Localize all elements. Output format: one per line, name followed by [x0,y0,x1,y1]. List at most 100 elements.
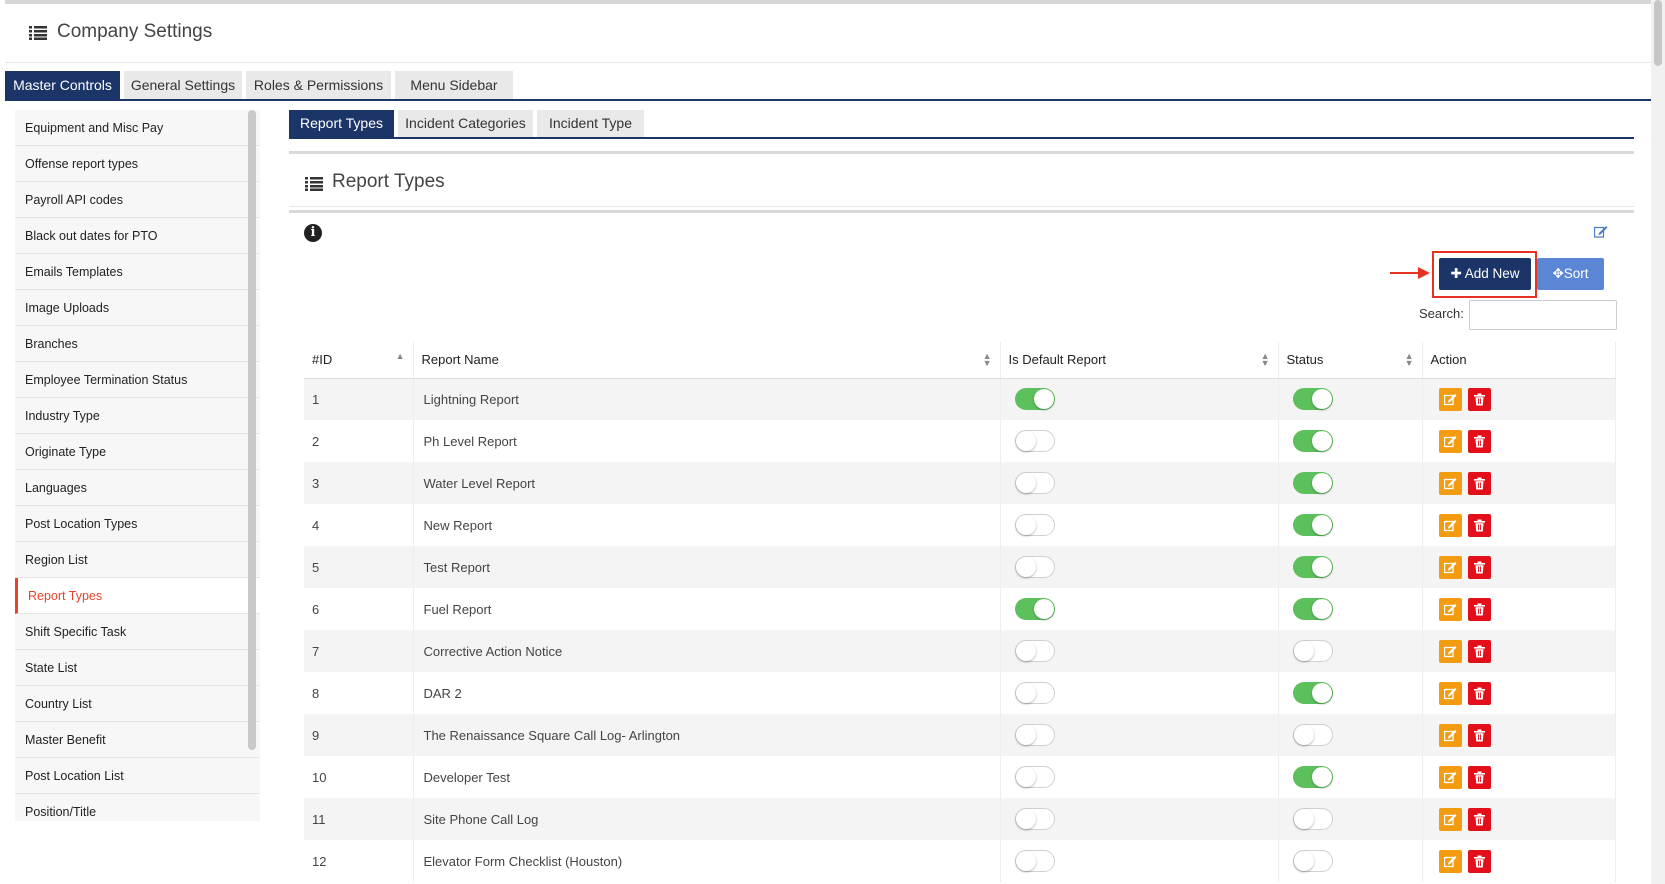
sidebar-item-email-templates[interactable]: Emails Templates [15,254,260,290]
sidebar-item-post-location-list[interactable]: Post Location List [15,758,260,794]
cell-is-default [1000,588,1279,630]
cell-status [1278,672,1423,714]
sidebar-item-master-benefit[interactable]: Master Benefit [15,722,260,758]
toggle-knob [1015,515,1036,535]
toggle-knob [1015,767,1036,787]
edit-icon[interactable] [1593,225,1608,243]
delete-row-button[interactable] [1467,723,1491,747]
sidebar-item-report-types[interactable]: Report Types [15,578,260,614]
cell-id: 12 [304,840,414,882]
sidebar-item-payroll-api-codes[interactable]: Payroll API codes [15,182,260,218]
sidebar-item-industry-type[interactable]: Industry Type [15,398,260,434]
status-toggle[interactable] [1292,724,1333,746]
delete-row-button[interactable] [1467,429,1491,453]
cell-is-default [1000,714,1279,756]
tab-roles-permissions[interactable]: Roles & Permissions [246,71,391,99]
add-new-button[interactable]: ✚ Add New [1439,258,1531,290]
sidebar-item-offense-report-types[interactable]: Offense report types [15,146,260,182]
delete-row-button[interactable] [1467,597,1491,621]
edit-row-button[interactable] [1438,471,1462,495]
edit-row-button[interactable] [1438,807,1462,831]
sidebar-item-shift-specific-task[interactable]: Shift Specific Task [15,614,260,650]
plus-icon: ✚ [1450,266,1465,281]
edit-row-button[interactable] [1438,429,1462,453]
status-toggle[interactable] [1292,514,1333,536]
tab-report-types[interactable]: Report Types [289,110,394,137]
sidebar-item-image-uploads[interactable]: Image Uploads [15,290,260,326]
report-types-table: #ID ▲ Report Name ▲ ▼ Is Default Report ▲ ▼ S… [304,342,1616,882]
is-default-toggle[interactable] [1014,514,1055,536]
cell-id: 1 [304,378,414,420]
status-toggle[interactable] [1292,430,1333,452]
sidebar-item-equipment-misc-pay[interactable]: Equipment and Misc Pay [15,110,260,146]
status-toggle[interactable] [1292,598,1333,620]
sidebar-item-blackout-dates[interactable]: Black out dates for PTO [15,218,260,254]
cell-report-name: The Renaissance Square Call Log- Arlingt… [413,714,1001,756]
is-default-toggle[interactable] [1014,808,1055,830]
is-default-toggle[interactable] [1014,766,1055,788]
page-scrollbar[interactable] [1651,0,1665,884]
is-default-toggle[interactable] [1014,598,1055,620]
sort-button[interactable]: ✥Sort [1537,258,1604,290]
delete-row-button[interactable] [1467,681,1491,705]
page-scrollbar-thumb[interactable] [1654,0,1662,66]
sidebar-item-state-list[interactable]: State List [15,650,260,686]
sidebar-item-country-list[interactable]: Country List [15,686,260,722]
sidebar-item-post-location-types[interactable]: Post Location Types [15,506,260,542]
tab-incident-type[interactable]: Incident Type [537,110,644,137]
column-header-report-name[interactable]: Report Name ▲ ▼ [413,342,1001,379]
is-default-toggle[interactable] [1014,430,1055,452]
is-default-toggle[interactable] [1014,724,1055,746]
is-default-toggle[interactable] [1014,682,1055,704]
tab-master-controls[interactable]: Master Controls [5,71,120,99]
status-toggle[interactable] [1292,472,1333,494]
status-toggle[interactable] [1292,640,1333,662]
delete-row-button[interactable] [1467,849,1491,873]
is-default-toggle[interactable] [1014,850,1055,872]
status-toggle[interactable] [1292,766,1333,788]
is-default-toggle[interactable] [1014,388,1055,411]
delete-row-button[interactable] [1467,639,1491,663]
tab-general-settings[interactable]: General Settings [124,71,242,99]
sidebar-item-branches[interactable]: Branches [15,326,260,362]
sidebar-item-languages[interactable]: Languages [15,470,260,506]
sidebar-item-employee-termination-status[interactable]: Employee Termination Status [15,362,260,398]
is-default-toggle[interactable] [1014,556,1055,578]
edit-row-button[interactable] [1438,513,1462,537]
delete-row-button[interactable] [1467,471,1491,495]
cell-report-name: Developer Test [413,756,1001,798]
edit-row-button[interactable] [1438,765,1462,789]
edit-row-button[interactable] [1438,849,1462,873]
sidebar-item-region-list[interactable]: Region List [15,542,260,578]
status-toggle[interactable] [1292,388,1333,411]
tab-incident-categories[interactable]: Incident Categories [398,110,533,137]
is-default-toggle[interactable] [1014,640,1055,662]
tab-menu-sidebar[interactable]: Menu Sidebar [395,71,513,99]
delete-row-button[interactable] [1467,387,1491,411]
sidebar-item-position-title[interactable]: Position/Title [15,794,260,821]
column-header-status[interactable]: Status ▲ ▼ [1278,342,1423,379]
delete-row-button[interactable] [1467,555,1491,579]
column-header-id[interactable]: #ID ▲ [304,342,414,379]
search-input[interactable] [1469,300,1617,330]
status-toggle[interactable] [1292,850,1333,872]
status-toggle[interactable] [1292,556,1333,578]
status-toggle[interactable] [1292,682,1333,704]
edit-row-button[interactable] [1438,723,1462,747]
delete-row-button[interactable] [1467,513,1491,537]
edit-row-button[interactable] [1438,681,1462,705]
edit-row-button[interactable] [1438,639,1462,663]
edit-row-button[interactable] [1438,597,1462,621]
page-header: Company Settings [5,4,1651,63]
edit-row-button[interactable] [1438,387,1462,411]
delete-row-button[interactable] [1467,807,1491,831]
column-header-is-default[interactable]: Is Default Report ▲ ▼ [1000,342,1279,379]
is-default-toggle[interactable] [1014,472,1055,494]
sidebar-item-originate-type[interactable]: Originate Type [15,434,260,470]
edit-row-button[interactable] [1438,555,1462,579]
delete-row-button[interactable] [1467,765,1491,789]
info-icon[interactable]: i [304,224,322,242]
sort-icon: ▲ ▼ [1260,351,1270,368]
sidebar-scrollbar[interactable] [248,110,256,750]
status-toggle[interactable] [1292,808,1333,830]
